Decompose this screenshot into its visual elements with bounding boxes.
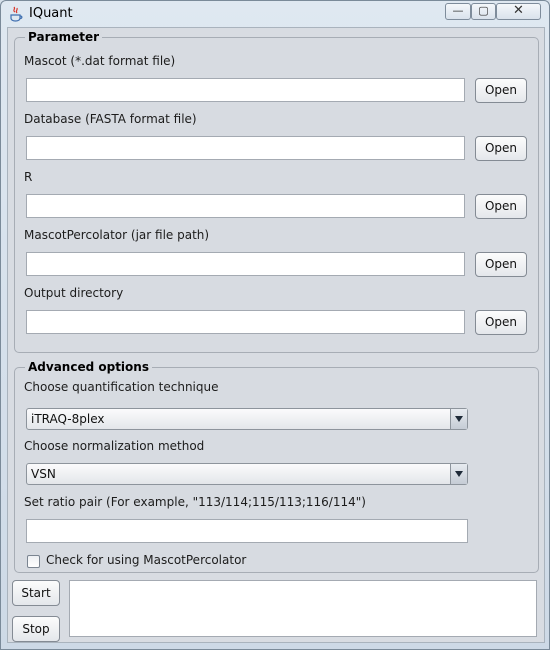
output-directory-label: Output directory bbox=[24, 286, 124, 300]
close-icon: ✕ bbox=[513, 3, 524, 18]
java-app-icon bbox=[10, 6, 23, 22]
advanced-options-title: Advanced options bbox=[25, 360, 152, 374]
percolator-open-button[interactable]: Open bbox=[475, 252, 527, 277]
advanced-options-group: Advanced options Choose quantification t… bbox=[14, 360, 539, 573]
minimize-icon: — bbox=[452, 4, 464, 17]
chevron-down-icon[interactable] bbox=[450, 409, 467, 429]
percolator-checkbox-label[interactable]: Check for using MascotPercolator bbox=[46, 553, 246, 567]
percolator-label: MascotPercolator (jar file path) bbox=[24, 228, 210, 242]
percolator-path-input[interactable] bbox=[26, 252, 465, 276]
quantification-label: Choose quantification technique bbox=[24, 380, 219, 394]
output-directory-input[interactable] bbox=[26, 310, 465, 334]
r-open-button[interactable]: Open bbox=[475, 194, 527, 219]
output-open-button[interactable]: Open bbox=[475, 310, 527, 335]
database-file-input[interactable] bbox=[26, 136, 465, 160]
ratio-pair-label: Set ratio pair (For example, "113/114;11… bbox=[24, 495, 366, 509]
r-path-input[interactable] bbox=[26, 194, 465, 218]
quantification-select[interactable]: iTRAQ-8plex bbox=[26, 408, 468, 430]
parameter-group: Parameter Mascot (*.dat format file) Ope… bbox=[14, 30, 539, 353]
start-button[interactable]: Start bbox=[12, 580, 60, 606]
minimize-button[interactable]: — bbox=[445, 3, 471, 20]
maximize-icon: ▢ bbox=[478, 4, 489, 17]
normalization-value: VSN bbox=[31, 467, 56, 481]
parameter-group-title: Parameter bbox=[25, 30, 103, 44]
stop-button[interactable]: Stop bbox=[12, 616, 60, 642]
mascot-open-button[interactable]: Open bbox=[475, 78, 527, 103]
chevron-down-icon[interactable] bbox=[450, 464, 467, 484]
r-label: R bbox=[24, 170, 33, 184]
ratio-pair-input[interactable] bbox=[26, 519, 468, 543]
percolator-checkbox[interactable] bbox=[27, 555, 40, 568]
iquant-window: IQuant — ▢ ✕ Parameter Mascot (*.dat for… bbox=[0, 0, 550, 650]
mascot-label: Mascot (*.dat format file) bbox=[24, 54, 176, 68]
database-open-button[interactable]: Open bbox=[475, 136, 527, 161]
normalization-label: Choose normalization method bbox=[24, 439, 205, 453]
close-button[interactable]: ✕ bbox=[496, 3, 541, 20]
database-label: Database (FASTA format file) bbox=[24, 112, 197, 126]
mascot-file-input[interactable] bbox=[26, 78, 465, 102]
normalization-select[interactable]: VSN bbox=[26, 463, 468, 485]
log-output-area[interactable] bbox=[69, 580, 537, 637]
quantification-value: iTRAQ-8plex bbox=[31, 412, 105, 426]
title-bar[interactable]: IQuant — ▢ ✕ bbox=[1, 1, 549, 27]
client-area: Parameter Mascot (*.dat format file) Ope… bbox=[7, 27, 545, 643]
window-title: IQuant bbox=[29, 6, 73, 21]
maximize-button[interactable]: ▢ bbox=[471, 3, 496, 20]
